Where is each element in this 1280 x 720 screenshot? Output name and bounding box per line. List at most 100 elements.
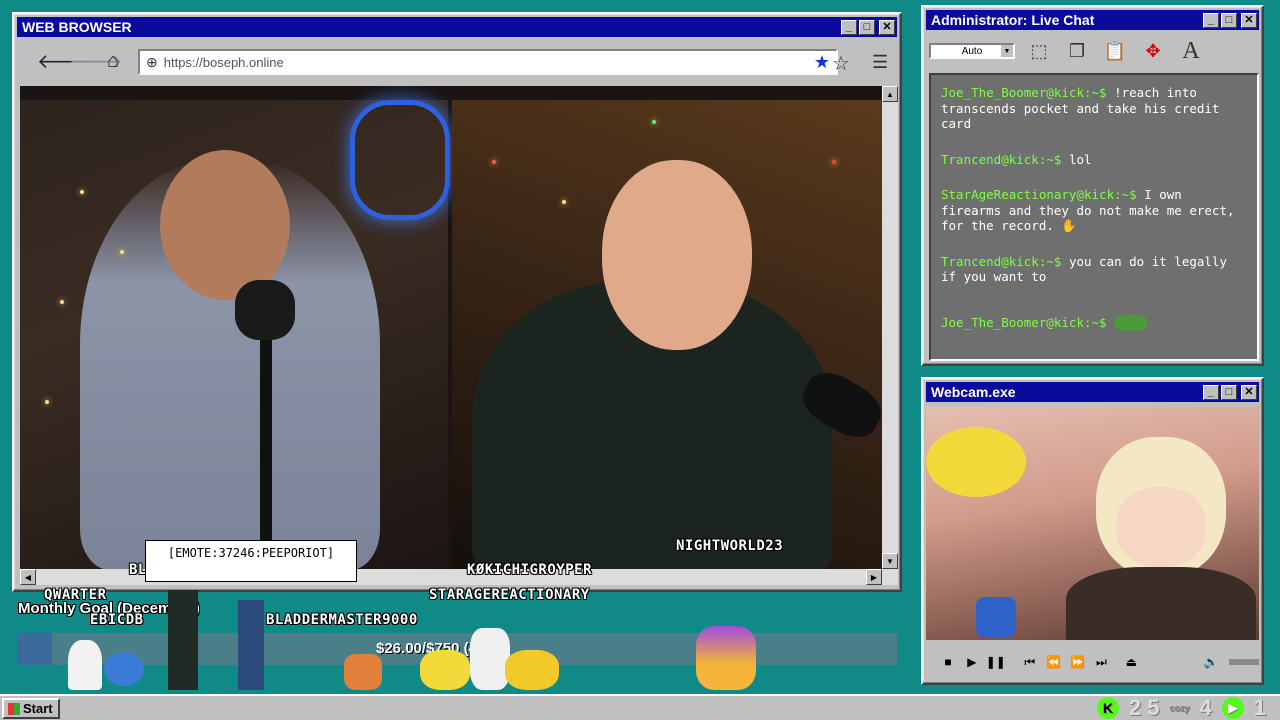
chat-username[interactable]: Joe_The_Boomer@kick:~$ (941, 315, 1107, 330)
chevron-down-icon[interactable]: ▼ (1001, 45, 1013, 57)
webcam-window: Webcam.exe _ □ ✕ ■ ▶ ❚❚ ⏮ ⏪ ⏩ ⏭ ⏏ 🔈 (921, 377, 1264, 685)
sprite-pikachu (420, 650, 470, 690)
system-tray: K 2 5 cozy 4 ▶ 1 (1096, 695, 1266, 720)
close-button[interactable]: ✕ (879, 19, 895, 35)
microphone (235, 280, 295, 340)
scroll-down-icon[interactable]: ▼ (882, 553, 898, 569)
browser-title: WEB BROWSER (22, 19, 132, 35)
avatar-face (1116, 487, 1206, 567)
light (80, 190, 84, 194)
next-icon[interactable]: ⏭ (1091, 652, 1111, 672)
scroll-right-icon[interactable]: ▶ (866, 569, 882, 585)
left-host-head (160, 150, 290, 300)
viewer-name-ebicdb: EBICDB (90, 612, 144, 628)
stop-icon[interactable]: ■ (938, 652, 958, 672)
tray-count-1: 2 5 (1128, 695, 1160, 720)
mug (976, 597, 1016, 637)
browser-titlebar[interactable]: WEB BROWSER _ □ ✕ (17, 17, 897, 37)
pause-icon[interactable]: ❚❚ (986, 652, 1006, 672)
goal-progress-fill (17, 633, 53, 665)
browser-window: WEB BROWSER _ □ ✕ 🡐 🡒 ⌂ ⊕ https://boseph… (12, 12, 902, 592)
chat-username[interactable]: StarAgeReactionary@kick:~$ (941, 187, 1137, 202)
chat-titlebar[interactable]: Administrator: Live Chat _ □ ✕ (926, 10, 1259, 30)
sprite-blonde-figure (238, 600, 264, 690)
minimize-button[interactable]: _ (841, 19, 857, 35)
start-button[interactable]: Start (2, 698, 60, 719)
select-value: Auto (961, 45, 983, 57)
tray-count-3: 1 (1253, 695, 1266, 720)
bookmark-star-icon[interactable]: ★ (814, 52, 830, 73)
chat-username[interactable]: Trancend@kick:~$ (941, 152, 1061, 167)
sprite-dark-figure (168, 590, 198, 690)
chat-username[interactable]: Trancend@kick:~$ (941, 254, 1061, 269)
minimize-button[interactable]: _ (1203, 12, 1219, 28)
fast-forward-icon[interactable]: ⏩ (1068, 652, 1088, 672)
pepe-emote-icon (1114, 315, 1149, 331)
vertical-scrollbar[interactable]: ▲ ▼ (882, 86, 898, 569)
chat-window: Administrator: Live Chat _ □ ✕ Auto ▼ ⬚ … (921, 5, 1264, 366)
chat-text: lol (1061, 151, 1092, 167)
emote-tooltip: [EMOTE:37246:PEEPORIOT] (145, 540, 357, 582)
scroll-left-icon[interactable]: ◀ (20, 569, 36, 585)
chat-toolbar: Auto ▼ ⬚ ❐ 📋 ✥ A (926, 34, 1259, 68)
paste-icon[interactable]: 📋 (1101, 37, 1129, 65)
light (120, 250, 124, 254)
sprite-blue-creature (104, 652, 144, 686)
volume-slider[interactable] (1229, 659, 1259, 665)
rewind-icon[interactable]: ⏪ (1044, 652, 1064, 672)
cozy-icon: cozy (1169, 703, 1190, 713)
scroll-up-icon[interactable]: ▲ (882, 86, 898, 102)
webcam-titlebar[interactable]: Webcam.exe _ □ ✕ (926, 382, 1259, 402)
copy-icon[interactable]: ❐ (1063, 37, 1091, 65)
stream-viewport[interactable]: NIGHTWORLD23 (20, 86, 882, 569)
favorites-star-icon[interactable]: ☆ (832, 51, 850, 76)
light (492, 160, 496, 164)
windows-logo-icon (8, 702, 20, 715)
viewer-name-kochi: KØKICHIGROYPER (467, 562, 593, 578)
tray-count-2: 4 (1199, 695, 1212, 720)
close-button[interactable]: ✕ (1241, 384, 1257, 400)
close-button[interactable]: ✕ (1241, 12, 1257, 28)
maximize-button[interactable]: □ (1221, 384, 1237, 400)
font-icon[interactable]: A (1177, 37, 1205, 65)
microphone-stand (260, 300, 272, 569)
address-bar[interactable]: ⊕ https://boseph.online ★ (138, 49, 838, 75)
forward-arrow-icon[interactable]: 🡒 (69, 49, 123, 74)
url-text: https://boseph.online (163, 54, 284, 70)
avatar-body (1066, 567, 1256, 640)
font-size-select[interactable]: Auto ▼ (929, 43, 1015, 59)
chat-message: Joe_The_Boomer@kick:~$ !reach into trans… (941, 85, 1247, 132)
eject-icon[interactable]: ⏏ (1121, 652, 1141, 672)
webcam-feed (926, 407, 1259, 640)
left-video-feed (20, 100, 450, 569)
sprite-white-figure (470, 628, 510, 690)
minimize-button[interactable]: _ (1203, 384, 1219, 400)
light (45, 400, 49, 404)
select-icon[interactable]: ⬚ (1025, 37, 1053, 65)
maximize-button[interactable]: □ (859, 19, 875, 35)
volume-icon[interactable]: 🔈 (1201, 652, 1221, 672)
sprite-yellow-creature (505, 650, 559, 690)
chat-message: StarAgeReactionary@kick:~$ I own firearm… (941, 187, 1247, 234)
move-icon[interactable]: ✥ (1139, 37, 1167, 65)
play-icon[interactable]: ▶ (962, 652, 982, 672)
chat-title: Administrator: Live Chat (931, 12, 1095, 28)
back-arrow-icon[interactable]: 🡐 (37, 49, 91, 74)
sprite-skeleton (68, 640, 102, 690)
taskbar: Start K 2 5 cozy 4 ▶ 1 (0, 694, 1280, 720)
globe-icon: ⊕ (146, 53, 158, 70)
chat-message: Trancend@kick:~$ you can do it legally i… (941, 254, 1247, 285)
home-icon[interactable]: ⌂ (101, 50, 125, 73)
chat-messages[interactable]: Joe_The_Boomer@kick:~$ !reach into trans… (929, 73, 1259, 361)
previous-icon[interactable]: ⏮ (1020, 652, 1040, 672)
menu-icon[interactable]: ☰ (872, 52, 888, 73)
kick-icon[interactable]: K (1096, 697, 1119, 719)
webcam-title: Webcam.exe (931, 384, 1016, 400)
neon-sign (350, 100, 450, 220)
sprite-orange-creature (344, 654, 382, 690)
maximize-button[interactable]: □ (1221, 12, 1237, 28)
viewer-name-nightworld: NIGHTWORLD23 (676, 538, 784, 554)
light (832, 160, 836, 164)
play-icon[interactable]: ▶ (1221, 697, 1244, 719)
chat-username[interactable]: Joe_The_Boomer@kick:~$ (941, 85, 1107, 100)
